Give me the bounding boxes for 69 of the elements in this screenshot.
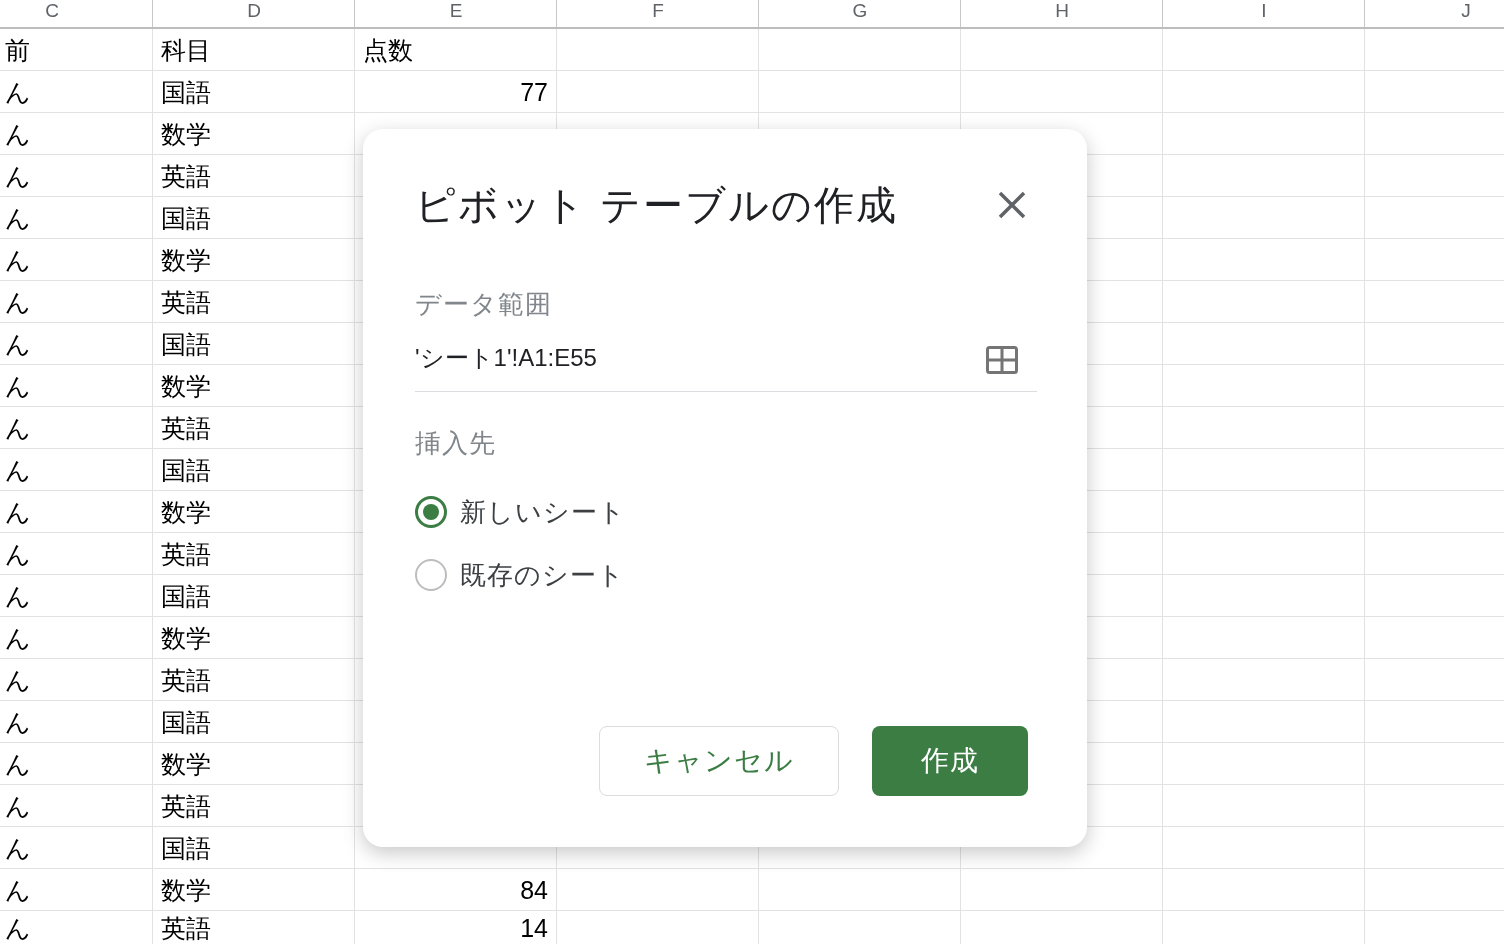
table-cell-text: ん xyxy=(4,497,32,528)
table-cell-text: 国語 xyxy=(160,203,212,234)
table-cell-text: 国語 xyxy=(160,329,212,360)
table-cell-text: 国語 xyxy=(160,707,212,738)
table-cell-text: ん xyxy=(4,203,32,234)
table-cell-text: ん xyxy=(4,413,32,444)
radio-label[interactable]: 新しいシート xyxy=(460,496,626,528)
column-header[interactable]: E xyxy=(449,0,463,27)
table-cell-text: 84 xyxy=(519,875,549,906)
close-button[interactable] xyxy=(997,190,1027,220)
column-header[interactable]: H xyxy=(1055,0,1069,27)
table-cell-text: 科目 xyxy=(160,35,212,66)
column-header[interactable]: D xyxy=(247,0,261,27)
table-cell-text: 英語 xyxy=(160,413,212,444)
radio-button[interactable] xyxy=(415,496,447,528)
table-cell-text: ん xyxy=(4,119,32,150)
table-cell-text: 国語 xyxy=(160,77,212,108)
column-header[interactable]: J xyxy=(1461,0,1471,27)
field-label: 挿入先 xyxy=(415,427,496,459)
table-cell-text: 数学 xyxy=(160,119,212,150)
column-header[interactable]: I xyxy=(1261,0,1267,27)
table-cell-text: ん xyxy=(4,371,32,402)
table-cell-text: 数学 xyxy=(160,245,212,276)
table-cell-text: 英語 xyxy=(160,539,212,570)
table-cell-text: 点数 xyxy=(362,35,414,66)
table-cell-text: ん xyxy=(4,707,32,738)
table-cell-text: ん xyxy=(4,913,32,944)
table-cell-text: 英語 xyxy=(160,791,212,822)
table-cell-text: 数学 xyxy=(160,749,212,780)
column-header[interactable]: C xyxy=(45,0,59,27)
close-icon xyxy=(997,190,1027,220)
table-cell-text: ん xyxy=(4,287,32,318)
table-cell-text: 国語 xyxy=(160,455,212,486)
table-cell-text: ん xyxy=(4,875,32,906)
table-cell-text: 数学 xyxy=(160,623,212,654)
column-header[interactable]: F xyxy=(652,0,664,27)
table-cell-text: 数学 xyxy=(160,875,212,906)
create-button[interactable]: 作成 xyxy=(872,726,1028,796)
table-cell-text: 国語 xyxy=(160,581,212,612)
dialog-title: ピボット テーブルの作成 xyxy=(415,182,899,229)
table-cell-text: ん xyxy=(4,161,32,192)
table-cell-text: ん xyxy=(4,455,32,486)
table-cell-text: 数学 xyxy=(160,371,212,402)
radio-label[interactable]: 既存のシート xyxy=(460,559,625,591)
table-cell-text: 英語 xyxy=(160,161,212,192)
table-cell-text: ん xyxy=(4,749,32,780)
table-cell-text: ん xyxy=(4,77,32,108)
table-cell-text: 国語 xyxy=(160,833,212,864)
table-cell-text: ん xyxy=(4,245,32,276)
table-cell-text: ん xyxy=(4,329,32,360)
field-label: データ範囲 xyxy=(415,288,552,320)
table-cell-text: 77 xyxy=(519,77,549,108)
table-cell-text: 前 xyxy=(4,35,31,66)
cancel-button[interactable]: キャンセル xyxy=(599,726,839,796)
table-cell-text: 数学 xyxy=(160,497,212,528)
grid-icon[interactable] xyxy=(986,346,1018,374)
table-cell-text: ん xyxy=(4,665,32,696)
table-cell-text: ん xyxy=(4,539,32,570)
table-cell-text: 英語 xyxy=(160,913,212,944)
column-header[interactable]: G xyxy=(852,0,868,27)
radio-button[interactable] xyxy=(415,559,447,591)
table-cell-text: ん xyxy=(4,623,32,654)
table-cell-text: 14 xyxy=(519,913,549,944)
table-cell-text: ん xyxy=(4,833,32,864)
table-cell-text: ん xyxy=(4,581,32,612)
table-cell-text: ん xyxy=(4,791,32,822)
table-cell-text: 英語 xyxy=(160,665,212,696)
range-field[interactable]: 'シート1'!A1:E55 xyxy=(415,336,1037,392)
table-cell-text: 英語 xyxy=(160,287,212,318)
